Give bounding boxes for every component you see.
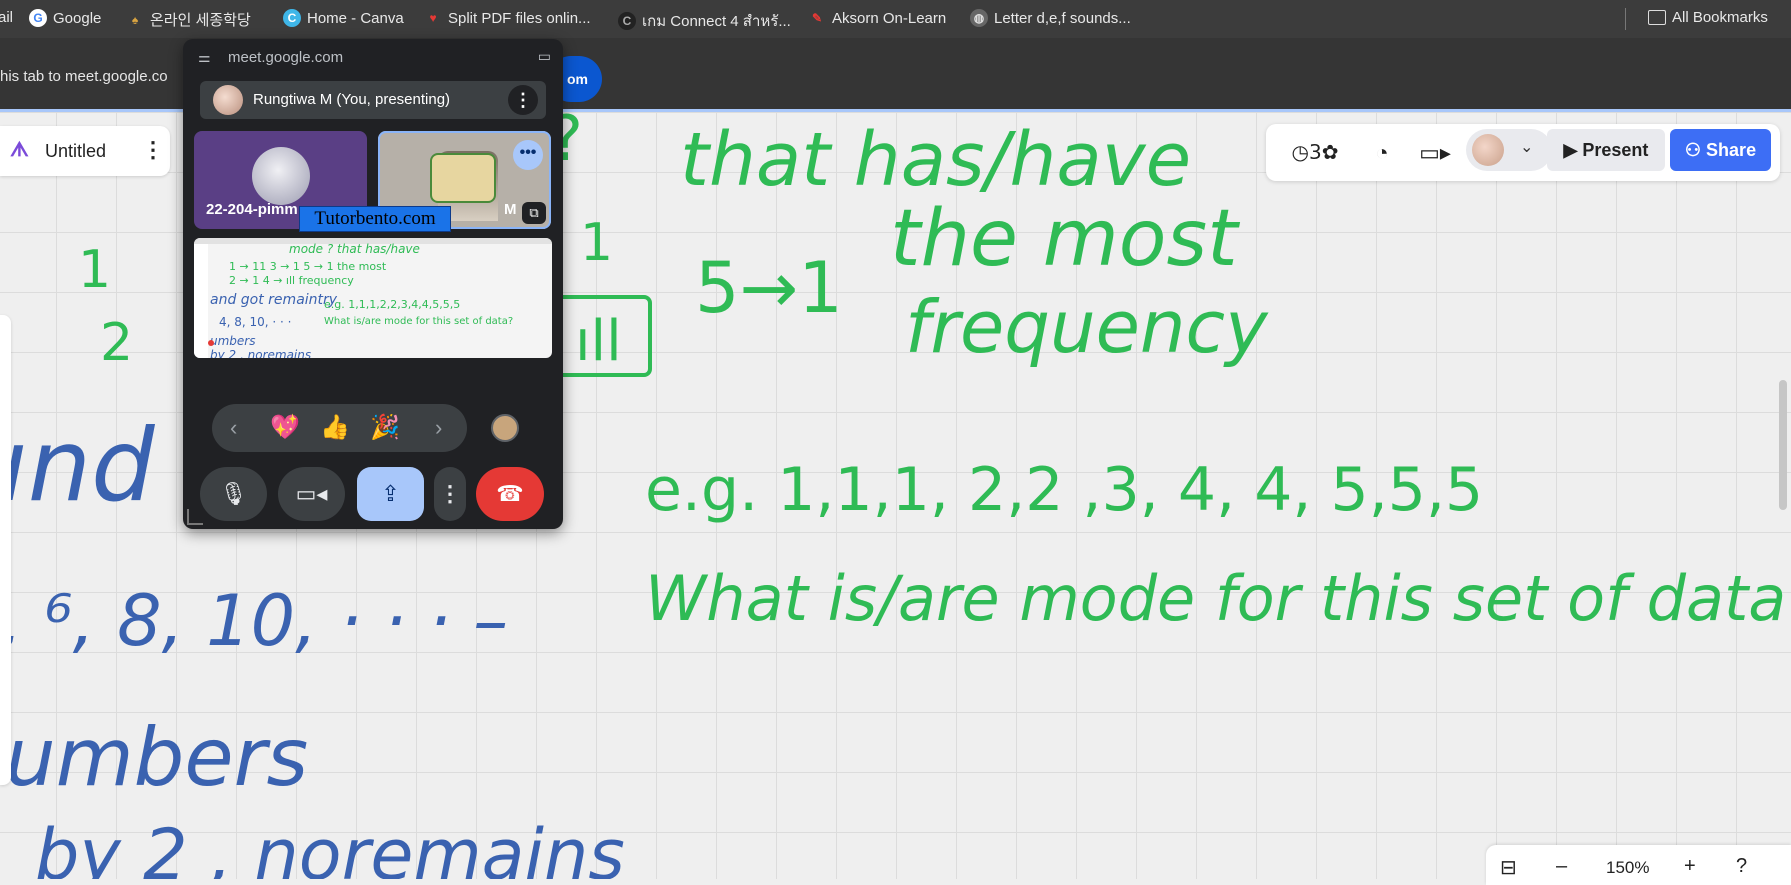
ink-numbers: umbers [5,711,308,804]
left-toolbar[interactable] [0,315,11,785]
fit-screen-icon[interactable]: ⊟ [1500,855,1517,880]
present-screen-button[interactable]: ⇪ [357,467,424,521]
microphone-button[interactable]: 🎙 [200,467,267,521]
ink-box-value: ıll [575,309,622,374]
presenter-more-icon[interactable]: ⋮ [508,85,538,115]
expand-icon[interactable]: ⧉ [522,202,546,224]
meet-url: meet.google.com [228,49,344,66]
chevron-left-icon[interactable]: ‹ [230,415,237,441]
camera-button[interactable]: ▭◂ [278,467,345,521]
reaction-heart[interactable]: 💖 [270,415,300,441]
present-screen-icon: ⇪ [381,481,400,506]
svg-text:2 → 1 4 → ıll fre: 2 → 1 4 → ıll frequency [229,274,354,287]
more-options-icon[interactable]: ⋮ [142,136,164,164]
microphone-icon: 🎙 [219,481,248,506]
ink-arrow-one: 1 [580,213,613,273]
preview-thumbnail: mode ? that has/have 1 → 11 3 → 1 5 → 1 … [194,238,552,358]
reaction-party[interactable]: 🎉 [370,415,400,441]
document-header: ᗑ Untitled ⋮ [0,126,170,176]
svg-text:e.g. 1,1,1,2,2,3,4,4,5,5,5: e.g. 1,1,1,2,2,3,4,4,5,5,5 [324,298,460,311]
user-avatar-menu[interactable]: ⌄ [1466,129,1552,171]
more-vert-icon: ⋮ [439,481,461,506]
end-call-button[interactable]: ☎ [476,467,544,521]
app-logo-icon[interactable]: ᗑ [10,139,29,162]
zoom-level[interactable]: 150% [1606,858,1649,878]
participant-avatar [252,147,310,205]
svg-text:and got remaintry: and got remaintry [210,292,338,308]
ink-frequency: frequency [905,285,1269,369]
zoom-out-button[interactable]: – [1556,855,1567,878]
add-user-icon: ⚇ [1684,140,1707,160]
ink-by-2: by 2 , noremains [35,814,625,879]
resize-handle[interactable] [187,509,203,525]
tile-more-icon[interactable]: ••• [513,140,543,170]
help-icon[interactable]: ? [1736,855,1747,878]
ink-question: What is/are mode for this set of data? [645,562,1791,635]
presenter-bar: Rungtiwa M (You, presenting) ⋮ [200,81,546,119]
svg-text:umbers: umbers [210,334,255,348]
chevron-down-icon: ⌄ [1520,139,1534,156]
reactions-icon[interactable]: ◷𝟥✿ [1286,138,1344,168]
ink-example: e.g. 1,1,1, 2,2 ,3, 4, 4, 5,5,5 [645,455,1483,525]
camera-icon: ▭◂ [295,481,328,506]
site-settings-icon[interactable]: ⚌ [198,49,211,66]
present-button[interactable]: ▶ Present [1547,129,1665,171]
face-sticker [430,153,496,203]
ink-the-most: the most [890,194,1240,284]
svg-text:What is/are mode for this set: What is/are mode for this set of data? [324,316,513,327]
shared-screen-preview[interactable]: mode ? that has/have 1 → 11 3 → 1 5 → 1 … [194,238,552,358]
ink-number-1: 1 [78,240,111,300]
skin-tone-picker[interactable] [491,414,519,442]
presenter-name: Rungtiwa M (You, presenting) [253,91,451,108]
ink-number-2: 2 [100,313,133,373]
chat-icon[interactable]: ◔ [1366,138,1398,168]
ink-5-to-1: 5→1 [695,247,843,329]
svg-text:1 → 11 3 → 1 5 → 1 the: 1 → 11 3 → 1 5 → 1 the most [229,260,387,273]
meet-pip-window: ⚌ meet.google.com ▭ Rungtiwa M (You, pre… [183,39,563,529]
ink-that-has-have: that has/have [680,117,1191,203]
video-call-icon[interactable]: ▭▸ [1419,138,1451,168]
reaction-thumbs-up[interactable]: 👍 [320,415,350,441]
zoom-in-button[interactable]: + [1684,855,1696,878]
avatar [1472,134,1504,166]
hang-up-icon: ☎ [496,481,524,506]
svg-text:by 2 , noremains: by 2 , noremains [210,348,311,358]
presenter-avatar [213,85,243,115]
vertical-scrollbar[interactable] [1779,380,1787,510]
back-to-tab-icon[interactable]: ▭ [538,48,551,65]
play-icon: ▶ [1563,140,1583,160]
zoom-controls: ⊟ – 150% + ? [1486,845,1791,885]
participant-name-2: M [504,201,517,218]
chevron-right-icon[interactable]: › [435,415,442,441]
share-button[interactable]: ⚇ Share [1670,129,1771,171]
reactions-bar: ‹ 💖 👍 🎉 › [212,404,467,452]
ink-sequence: , ⁶, 8, 10, · · · – [0,580,508,662]
watermark-label: Tutorbento.com [299,206,451,232]
more-controls-button[interactable]: ⋮ [434,467,466,521]
svg-text:4, 8, 10, · · ·: 4, 8, 10, · · · [219,315,292,329]
svg-text:mode ? that has/have: mode ? that has/have [289,242,420,256]
participant-name-1: 22-204-pimm [206,201,298,218]
document-title[interactable]: Untitled [45,141,106,162]
